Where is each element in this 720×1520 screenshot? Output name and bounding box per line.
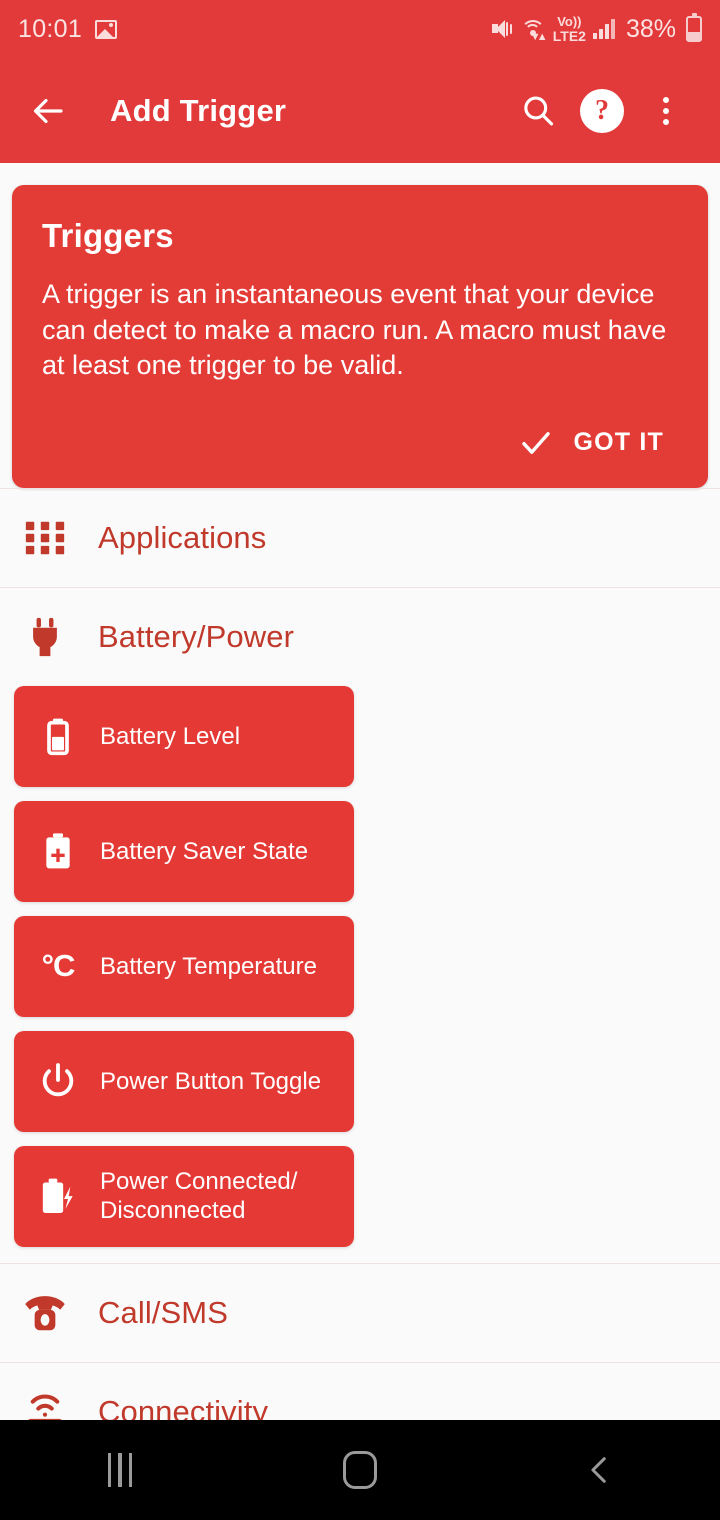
vibrate-mute-icon bbox=[491, 18, 513, 40]
status-bar-left: 10:01 bbox=[18, 15, 491, 44]
status-bar-clock: 10:01 bbox=[18, 14, 83, 43]
volte-bottom-label: LTE2 bbox=[552, 28, 586, 44]
got-it-label: GOT IT bbox=[573, 428, 664, 457]
recents-button[interactable] bbox=[40, 1420, 200, 1520]
home-button[interactable] bbox=[280, 1420, 440, 1520]
wifi-icon: ▼ ▲ bbox=[520, 18, 548, 43]
chip-label: Battery Saver State bbox=[100, 837, 309, 865]
home-icon bbox=[343, 1451, 377, 1489]
signal-bars-icon bbox=[592, 19, 615, 39]
trigger-chip-battery-temperature[interactable]: °C Battery Temperature bbox=[14, 915, 354, 1017]
trigger-chip-power-button-toggle[interactable]: Power Button Toggle bbox=[14, 1030, 354, 1132]
chip-label: Power Button Toggle bbox=[100, 1067, 322, 1095]
back-icon bbox=[591, 1457, 606, 1483]
battery-percent-label: 38% bbox=[625, 14, 676, 43]
overflow-menu-button[interactable] bbox=[634, 79, 698, 143]
got-it-button[interactable]: GOT IT bbox=[513, 420, 678, 466]
triggers-info-card: Triggers A trigger is an instantaneous e… bbox=[12, 185, 708, 488]
power-button-icon bbox=[36, 1057, 80, 1105]
telephone-icon bbox=[18, 1286, 72, 1340]
system-navigation-bar bbox=[0, 1420, 720, 1520]
battery-bolt-icon bbox=[36, 1172, 80, 1220]
section-label: Battery/Power bbox=[98, 618, 294, 654]
search-button[interactable] bbox=[506, 79, 570, 143]
chip-label: Power Connected/ Disconnected bbox=[100, 1168, 298, 1225]
help-glyph: ? bbox=[595, 94, 609, 126]
apps-grid-icon bbox=[18, 511, 72, 565]
status-bar-right: ▼ ▲ Vo)) LTE2 38% bbox=[491, 12, 702, 44]
info-card-body: A trigger is an instantaneous event that… bbox=[42, 279, 667, 381]
battery-level-icon bbox=[36, 712, 80, 760]
celsius-icon: °C bbox=[41, 948, 76, 984]
battery-power-chips: Battery Level Battery Saver State °C Bat… bbox=[0, 685, 720, 1263]
app-bar-actions: ? bbox=[506, 79, 698, 143]
chip-label: Battery Temperature bbox=[100, 952, 317, 980]
back-arrow-icon bbox=[33, 98, 63, 123]
app-bar: Add Trigger ? bbox=[0, 58, 720, 163]
back-button[interactable] bbox=[22, 84, 76, 138]
trigger-list-scroll[interactable]: Triggers A trigger is an instantaneous e… bbox=[0, 163, 720, 1420]
chip-label: Battery Level bbox=[100, 722, 241, 750]
check-icon bbox=[522, 431, 551, 454]
trigger-chip-battery-level[interactable]: Battery Level bbox=[14, 685, 354, 787]
system-back-button[interactable] bbox=[520, 1420, 680, 1520]
page-title: Add Trigger bbox=[110, 92, 287, 128]
volte-icon: Vo)) LTE2 bbox=[553, 15, 586, 43]
overflow-menu-icon bbox=[663, 96, 669, 125]
volte-top-label: Vo)) bbox=[557, 14, 582, 29]
help-button[interactable]: ? bbox=[570, 79, 634, 143]
section-label: Call/SMS bbox=[98, 1294, 228, 1330]
info-card-title: Triggers bbox=[42, 217, 174, 254]
photo-notification-icon bbox=[95, 19, 118, 39]
router-wifi-icon bbox=[18, 1385, 72, 1420]
recents-icon bbox=[107, 1453, 133, 1487]
section-label: Applications bbox=[98, 519, 267, 555]
help-icon: ? bbox=[580, 88, 624, 133]
sidebar-item-applications[interactable]: Applications bbox=[0, 487, 720, 587]
trigger-chip-power-connected-disconnected[interactable]: Power Connected/ Disconnected bbox=[14, 1145, 354, 1247]
status-bar: 10:01 ▼ ▲ Vo)) LTE2 38% bbox=[0, 0, 720, 58]
sidebar-item-call-sms[interactable]: Call/SMS bbox=[0, 1262, 720, 1362]
search-icon bbox=[524, 96, 554, 125]
info-card-actions: GOT IT bbox=[42, 420, 678, 466]
power-plug-icon bbox=[18, 610, 72, 664]
battery-icon bbox=[686, 12, 702, 42]
battery-plus-icon bbox=[36, 827, 80, 875]
section-label: Connectivity bbox=[98, 1393, 269, 1420]
sidebar-item-battery-power[interactable]: Battery/Power bbox=[0, 586, 720, 686]
trigger-chip-battery-saver-state[interactable]: Battery Saver State bbox=[14, 800, 354, 902]
sidebar-item-connectivity[interactable]: Connectivity bbox=[0, 1361, 720, 1420]
